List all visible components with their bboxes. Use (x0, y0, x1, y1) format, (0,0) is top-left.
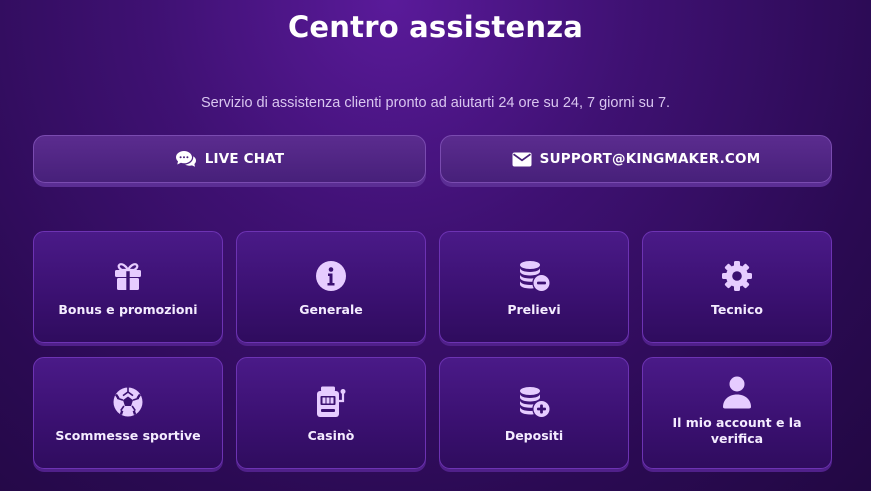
category-card-account-verifica[interactable]: Il mio account e la verifica (642, 357, 832, 469)
info-icon (315, 259, 347, 293)
envelope-icon (512, 152, 532, 167)
category-label: Il mio account e la verifica (672, 415, 802, 446)
category-card-casino[interactable]: Casinò (236, 357, 426, 469)
category-card-prelievi[interactable]: Prelievi (439, 231, 629, 343)
user-icon (722, 375, 752, 409)
category-card-depositi[interactable]: Depositi (439, 357, 629, 469)
live-chat-label: LIVE CHAT (204, 151, 285, 167)
category-label: Casinò (307, 428, 355, 443)
email-support-label: SUPPORT@KINGMAKER.COM (539, 151, 761, 167)
category-label: Scommesse sportive (55, 428, 201, 443)
page-subtitle: Servizio di assistenza clienti pronto ad… (200, 95, 671, 111)
email-support-button[interactable]: SUPPORT@KINGMAKER.COM (440, 135, 832, 183)
category-label: Prelievi (507, 302, 561, 317)
category-card-scommesse-sportive[interactable]: Scommesse sportive (33, 357, 223, 469)
category-label: Tecnico (711, 302, 763, 317)
gift-icon (112, 259, 144, 293)
category-label: Depositi (504, 428, 564, 443)
soccer-ball-icon (112, 385, 144, 419)
live-chat-button[interactable]: LIVE CHAT (33, 135, 426, 183)
category-card-bonus[interactable]: Bonus e promozioni (33, 231, 223, 343)
coins-minus-icon (517, 259, 551, 293)
coins-plus-icon (517, 385, 551, 419)
category-label: Bonus e promozioni (58, 302, 198, 317)
category-card-tecnico[interactable]: Tecnico (642, 231, 832, 343)
slot-machine-icon (314, 385, 348, 419)
chat-bubbles-icon (175, 150, 197, 168)
gear-icon (721, 259, 753, 293)
page-title: Centro assistenza (287, 10, 584, 44)
category-label: Generale (299, 302, 363, 317)
category-card-generale[interactable]: Generale (236, 231, 426, 343)
